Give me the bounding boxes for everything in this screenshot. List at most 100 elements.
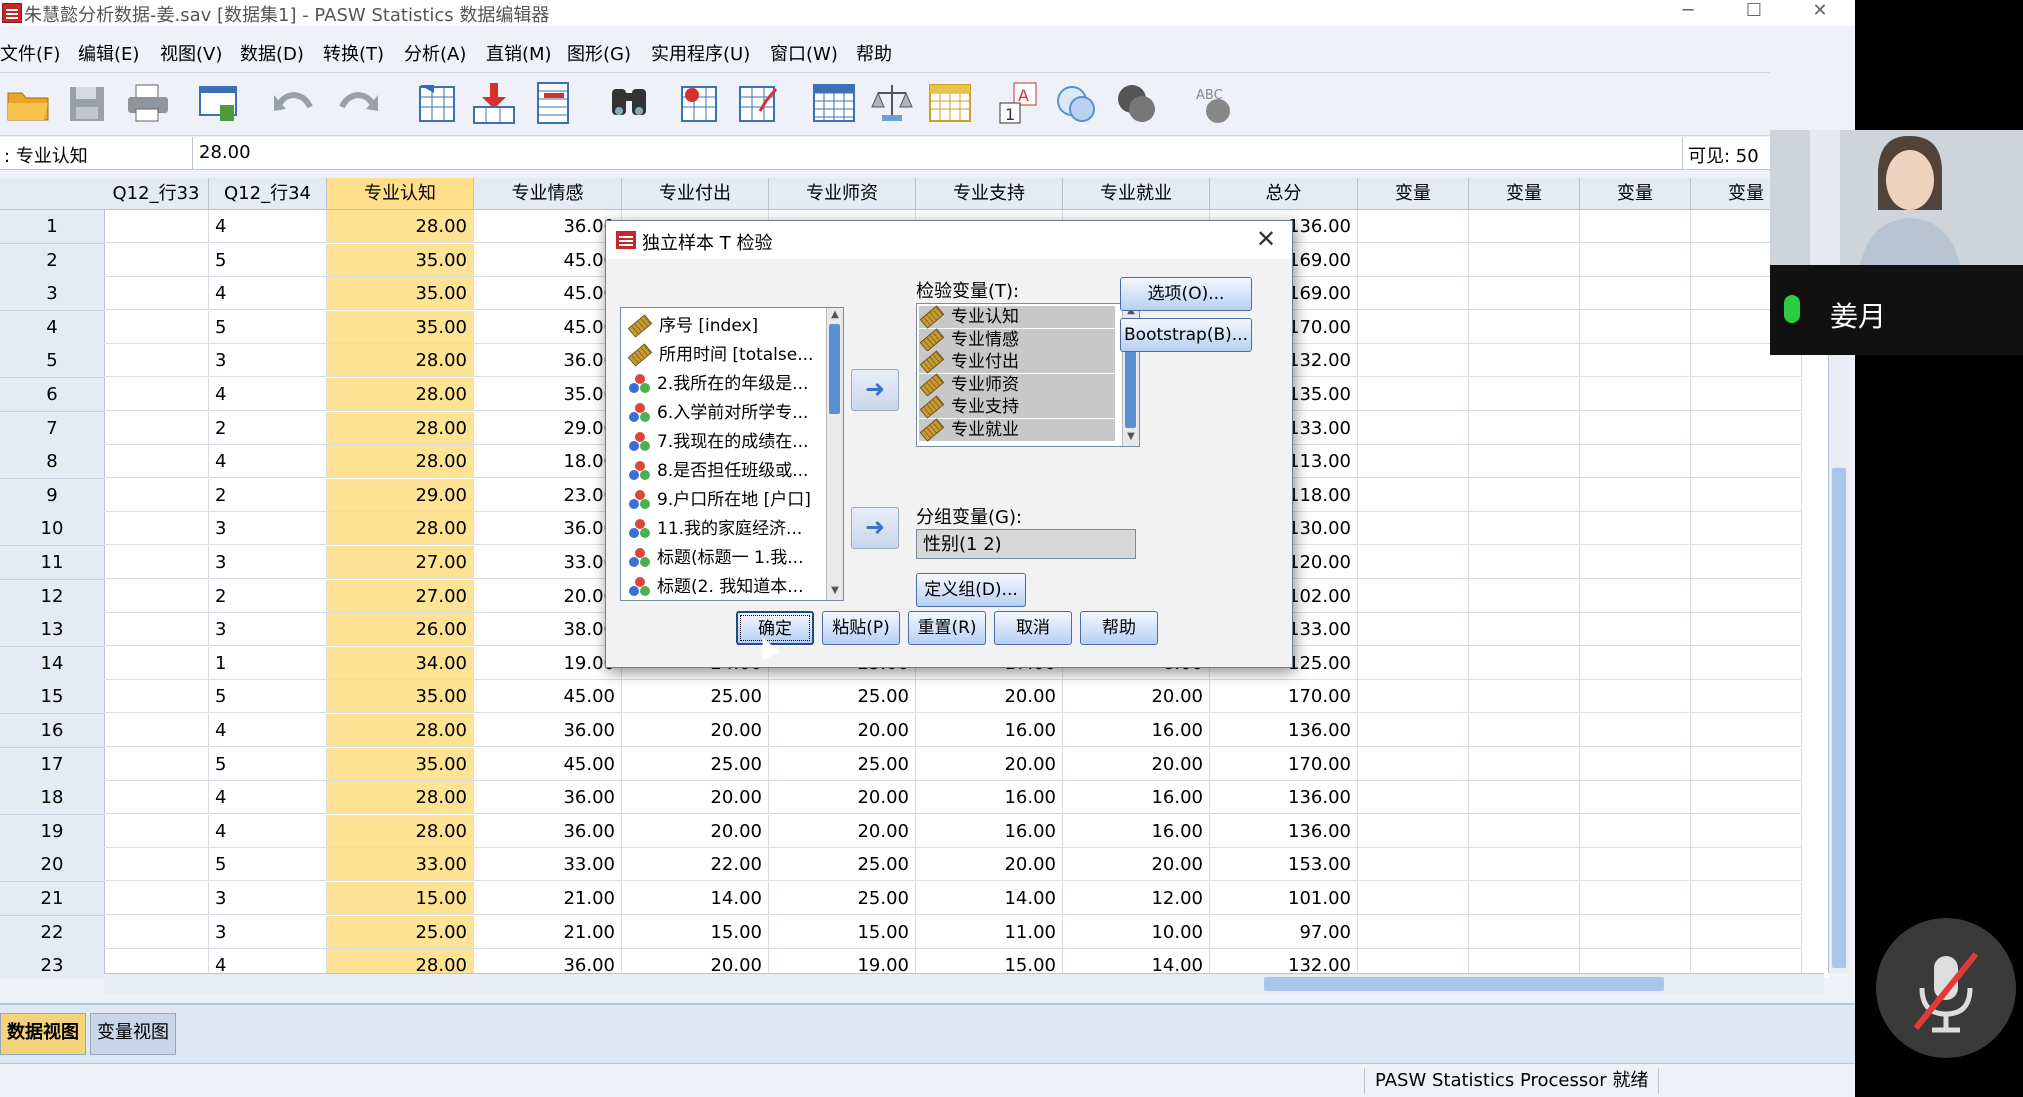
data-cell[interactable]: 45.00 [474,310,622,344]
scroll-up-icon[interactable]: ▲ [827,308,843,322]
data-cell[interactable]: 16.00 [916,714,1063,747]
value-labels-icon[interactable]: A1 [996,81,1040,125]
data-cell[interactable]: 28.00 [327,344,474,378]
data-cell[interactable] [1580,411,1691,445]
data-cell[interactable]: 3 [209,613,327,647]
data-cell[interactable]: 25.00 [769,747,916,781]
data-cell[interactable] [1469,579,1580,613]
source-list-scrollbar[interactable]: ▲ ▼ [826,308,843,600]
menu-data[interactable]: 数据(D) [240,40,304,66]
data-cell[interactable]: 23.00 [474,478,622,512]
data-cell[interactable] [1358,512,1469,546]
data-cell[interactable]: 136.00 [1210,714,1358,747]
data-cell[interactable] [104,411,209,445]
menu-analyze[interactable]: 分析(A) [404,40,466,66]
data-cell[interactable] [1469,411,1580,445]
data-cell[interactable] [1358,378,1469,411]
redo-icon[interactable] [336,81,380,125]
data-cell[interactable]: 2 [209,411,327,445]
row-number[interactable]: 18 [0,781,105,816]
data-cell[interactable]: 28.00 [327,714,474,747]
move-to-grouping-variable-button[interactable]: ➜ [851,507,899,549]
data-cell[interactable] [104,714,209,747]
source-variable-list[interactable]: 序号 [index] 所用时间 [totalse... 2.我所在的年级是... 6.… [620,307,844,601]
menu-direct-marketing[interactable]: 直销(M) [486,40,552,66]
horizontal-scroll-thumb[interactable] [1264,977,1664,991]
data-cell[interactable] [1469,915,1580,949]
column-header[interactable]: Q12_行33 [104,178,209,210]
menu-help[interactable]: 帮助 [856,40,892,66]
test-variable-item[interactable]: 专业师资 [919,373,1115,397]
data-cell[interactable] [1358,411,1469,445]
data-cell[interactable]: 2 [209,478,327,512]
column-header[interactable]: 专业支持 [916,178,1063,210]
data-cell[interactable] [1580,680,1691,714]
data-cell[interactable]: 20.00 [1063,680,1210,714]
data-cell[interactable] [1691,579,1802,613]
data-cell[interactable]: 5 [209,848,327,882]
row-number[interactable]: 8 [0,445,105,480]
data-cell[interactable]: 21.00 [474,882,622,915]
data-cell[interactable]: 28.00 [327,411,474,445]
data-cell[interactable] [1580,882,1691,915]
horizontal-scrollbar[interactable] [104,973,1824,994]
menu-graphs[interactable]: 图形(G) [567,40,631,66]
data-cell[interactable]: 136.00 [1210,781,1358,815]
data-cell[interactable] [1691,546,1802,579]
data-cell[interactable] [1580,445,1691,479]
data-cell[interactable]: 4 [209,378,327,411]
data-cell[interactable] [1691,646,1802,680]
column-header[interactable]: 变量 [1358,178,1469,210]
data-cell[interactable]: 20.00 [1063,747,1210,781]
data-cell[interactable] [104,243,209,277]
row-number[interactable]: 14 [0,646,105,681]
row-number[interactable]: 17 [0,747,105,782]
data-cell[interactable] [1358,579,1469,613]
data-cell[interactable]: 101.00 [1210,882,1358,915]
data-cell[interactable]: 25.00 [769,680,916,714]
menu-transform[interactable]: 转换(T) [323,40,384,66]
test-variable-item[interactable]: 专业支持 [919,395,1115,420]
data-cell[interactable]: 33.00 [327,848,474,882]
data-cell[interactable]: 15.00 [622,915,769,949]
data-cell[interactable]: 28.00 [327,378,474,411]
insert-cases-icon[interactable] [678,81,722,125]
data-cell[interactable]: 5 [209,680,327,714]
data-cell[interactable]: 28.00 [327,814,474,848]
source-variable-item[interactable]: 6.入学前对所学专... [627,399,808,428]
data-cell[interactable] [1469,613,1580,647]
row-number[interactable]: 15 [0,680,105,715]
data-cell[interactable]: 1 [209,646,327,680]
column-header[interactable]: 专业情感 [474,178,622,210]
column-header[interactable]: 专业就业 [1063,178,1210,210]
column-header[interactable]: 专业师资 [769,178,916,210]
data-cell[interactable] [1691,848,1802,882]
data-cell[interactable] [1580,344,1691,378]
data-cell[interactable] [1358,646,1469,680]
data-cell[interactable] [104,277,209,311]
row-number[interactable]: 20 [0,848,105,883]
data-cell[interactable]: 33.00 [474,546,622,579]
data-cell[interactable]: 36.00 [474,814,622,848]
data-cell[interactable]: 2 [209,579,327,613]
weight-cases-icon[interactable] [870,81,914,125]
data-cell[interactable] [1469,781,1580,815]
data-cell[interactable]: 21.00 [474,915,622,949]
data-cell[interactable]: 5 [209,747,327,781]
data-cell[interactable]: 16.00 [916,781,1063,815]
select-cases-icon[interactable] [928,81,972,125]
data-cell[interactable]: 20.00 [769,814,916,848]
data-cell[interactable]: 4 [209,277,327,311]
data-cell[interactable]: 4 [209,210,327,243]
source-variable-item[interactable]: 标题(2. 我知道本... [627,573,803,600]
data-cell[interactable] [1469,210,1580,243]
data-cell[interactable]: 25.00 [622,747,769,781]
data-cell[interactable]: 38.00 [474,613,622,647]
data-cell[interactable]: 25.00 [769,882,916,915]
data-cell[interactable] [1580,646,1691,680]
data-cell[interactable] [1691,747,1802,781]
data-cell[interactable] [1469,814,1580,848]
data-cell[interactable]: 28.00 [327,445,474,479]
data-cell[interactable]: 153.00 [1210,848,1358,882]
data-cell[interactable] [104,579,209,613]
